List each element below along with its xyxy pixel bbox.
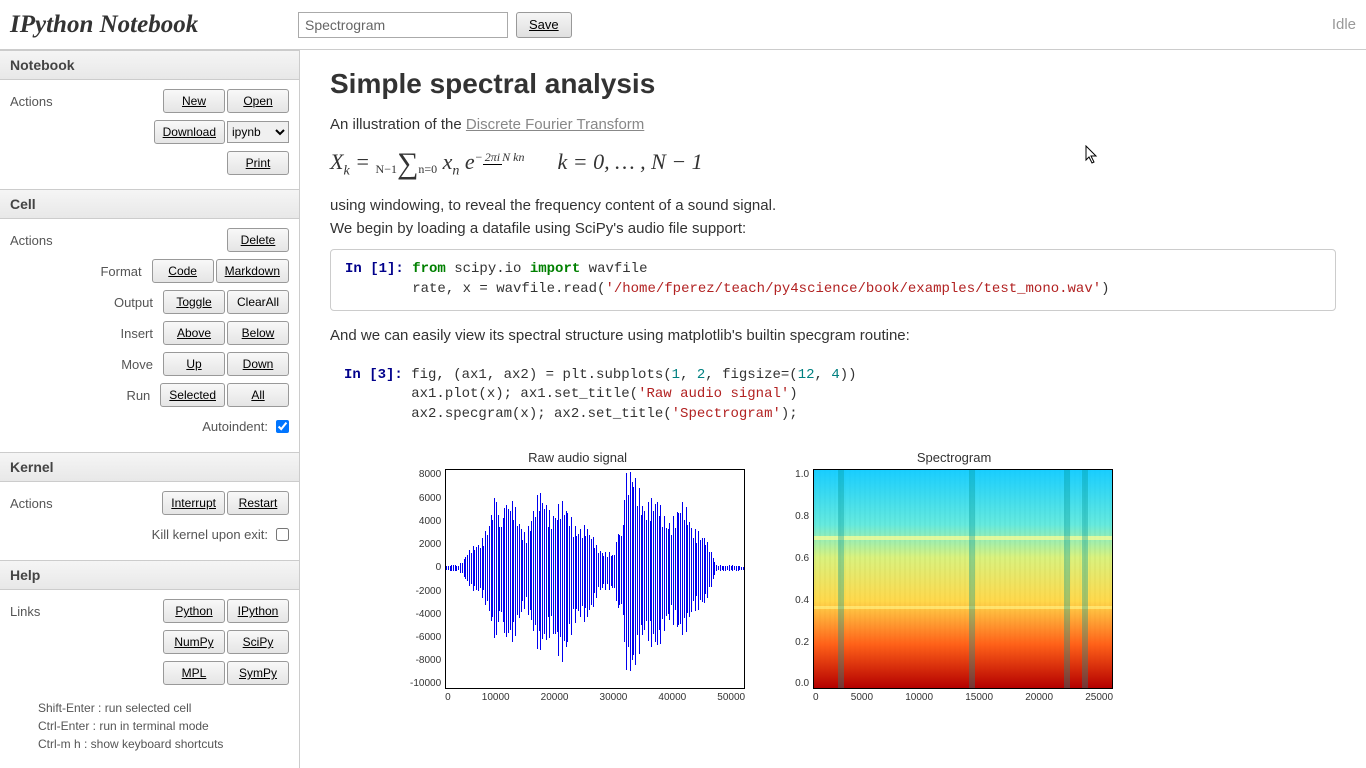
numpy-link[interactable]: NumPy bbox=[163, 630, 225, 654]
body-text: using windowing, to reveal the frequency… bbox=[330, 197, 1336, 214]
markdown-button[interactable]: Markdown bbox=[216, 259, 289, 283]
print-button[interactable]: Print bbox=[227, 151, 289, 175]
body-text: We begin by loading a datafile using Sci… bbox=[330, 220, 1336, 237]
page-title: Simple spectral analysis bbox=[330, 68, 1336, 100]
clearall-button[interactable]: ClearAll bbox=[227, 290, 289, 314]
shortcut-hint: Shift-Enter : run selected cell bbox=[0, 699, 299, 717]
shortcut-hint: Ctrl-Enter : run in terminal mode bbox=[0, 717, 299, 735]
chart-spectrogram: Spectrogram 1.00.80.60.40.20.0 050001000… bbox=[795, 450, 1113, 703]
download-button[interactable]: Download bbox=[154, 120, 225, 144]
notebook-content[interactable]: Simple spectral analysis An illustration… bbox=[300, 50, 1366, 768]
below-button[interactable]: Below bbox=[227, 321, 289, 345]
output-charts: Raw audio signal 80006000400020000-2000-… bbox=[330, 450, 1336, 703]
down-button[interactable]: Down bbox=[227, 352, 289, 376]
run-label: Run bbox=[126, 388, 150, 403]
python-link[interactable]: Python bbox=[163, 599, 225, 623]
chart-title: Raw audio signal bbox=[410, 450, 745, 465]
dft-link[interactable]: Discrete Fourier Transform bbox=[466, 116, 644, 133]
toggle-button[interactable]: Toggle bbox=[163, 290, 225, 314]
save-button[interactable]: Save bbox=[516, 12, 572, 38]
chart-title: Spectrogram bbox=[795, 450, 1113, 465]
notebook-title-input[interactable] bbox=[298, 12, 508, 38]
above-button[interactable]: Above bbox=[163, 321, 225, 345]
insert-label: Insert bbox=[120, 326, 153, 341]
section-cell-header: Cell bbox=[0, 189, 299, 219]
chart-raw-audio: Raw audio signal 80006000400020000-2000-… bbox=[410, 450, 745, 703]
sidebar: Notebook Actions New Open Download ipynb… bbox=[0, 50, 300, 768]
section-kernel-header: Kernel bbox=[0, 452, 299, 482]
up-button[interactable]: Up bbox=[163, 352, 225, 376]
section-help-header: Help bbox=[0, 560, 299, 590]
delete-button[interactable]: Delete bbox=[227, 228, 289, 252]
intro-text: An illustration of the Discrete Fourier … bbox=[330, 116, 1336, 133]
run-selected-button[interactable]: Selected bbox=[160, 383, 225, 407]
actions-label: Actions bbox=[10, 233, 53, 248]
dft-formula: Xk = N−1∑n=0 xn e−2πiN kn k = 0, … , N −… bbox=[330, 139, 1336, 197]
autoindent-label: Autoindent: bbox=[202, 419, 268, 434]
code-button[interactable]: Code bbox=[152, 259, 214, 283]
sympy-link[interactable]: SymPy bbox=[227, 661, 289, 685]
new-button[interactable]: New bbox=[163, 89, 225, 113]
scipy-link[interactable]: SciPy bbox=[227, 630, 289, 654]
run-all-button[interactable]: All bbox=[227, 383, 289, 407]
ipython-link[interactable]: IPython bbox=[227, 599, 289, 623]
section-notebook-header: Notebook bbox=[0, 50, 299, 80]
kill-kernel-label: Kill kernel upon exit: bbox=[152, 527, 268, 542]
open-button[interactable]: Open bbox=[227, 89, 289, 113]
mpl-link[interactable]: MPL bbox=[163, 661, 225, 685]
kernel-status: Idle bbox=[1332, 16, 1356, 33]
move-label: Move bbox=[121, 357, 153, 372]
kill-kernel-checkbox[interactable] bbox=[276, 528, 289, 541]
autoindent-checkbox[interactable] bbox=[276, 420, 289, 433]
actions-label: Actions bbox=[10, 94, 53, 109]
shortcut-hint: Ctrl-m h : show keyboard shortcuts bbox=[0, 735, 299, 753]
app-logo: IPython Notebook bbox=[10, 11, 298, 39]
actions-label: Actions bbox=[10, 496, 53, 511]
code-cell-2[interactable]: In [3]: fig, (ax1, ax2) = plt.subplots(1… bbox=[330, 356, 1336, 435]
links-label: Links bbox=[10, 604, 40, 619]
interrupt-button[interactable]: Interrupt bbox=[162, 491, 225, 515]
code-cell-1[interactable]: In [1]: from scipy.io import wavfile rat… bbox=[330, 249, 1336, 310]
download-format-select[interactable]: ipynb bbox=[227, 121, 289, 143]
restart-button[interactable]: Restart bbox=[227, 491, 289, 515]
output-label: Output bbox=[114, 295, 153, 310]
body-text: And we can easily view its spectral stru… bbox=[330, 327, 1336, 344]
format-label: Format bbox=[100, 264, 141, 279]
